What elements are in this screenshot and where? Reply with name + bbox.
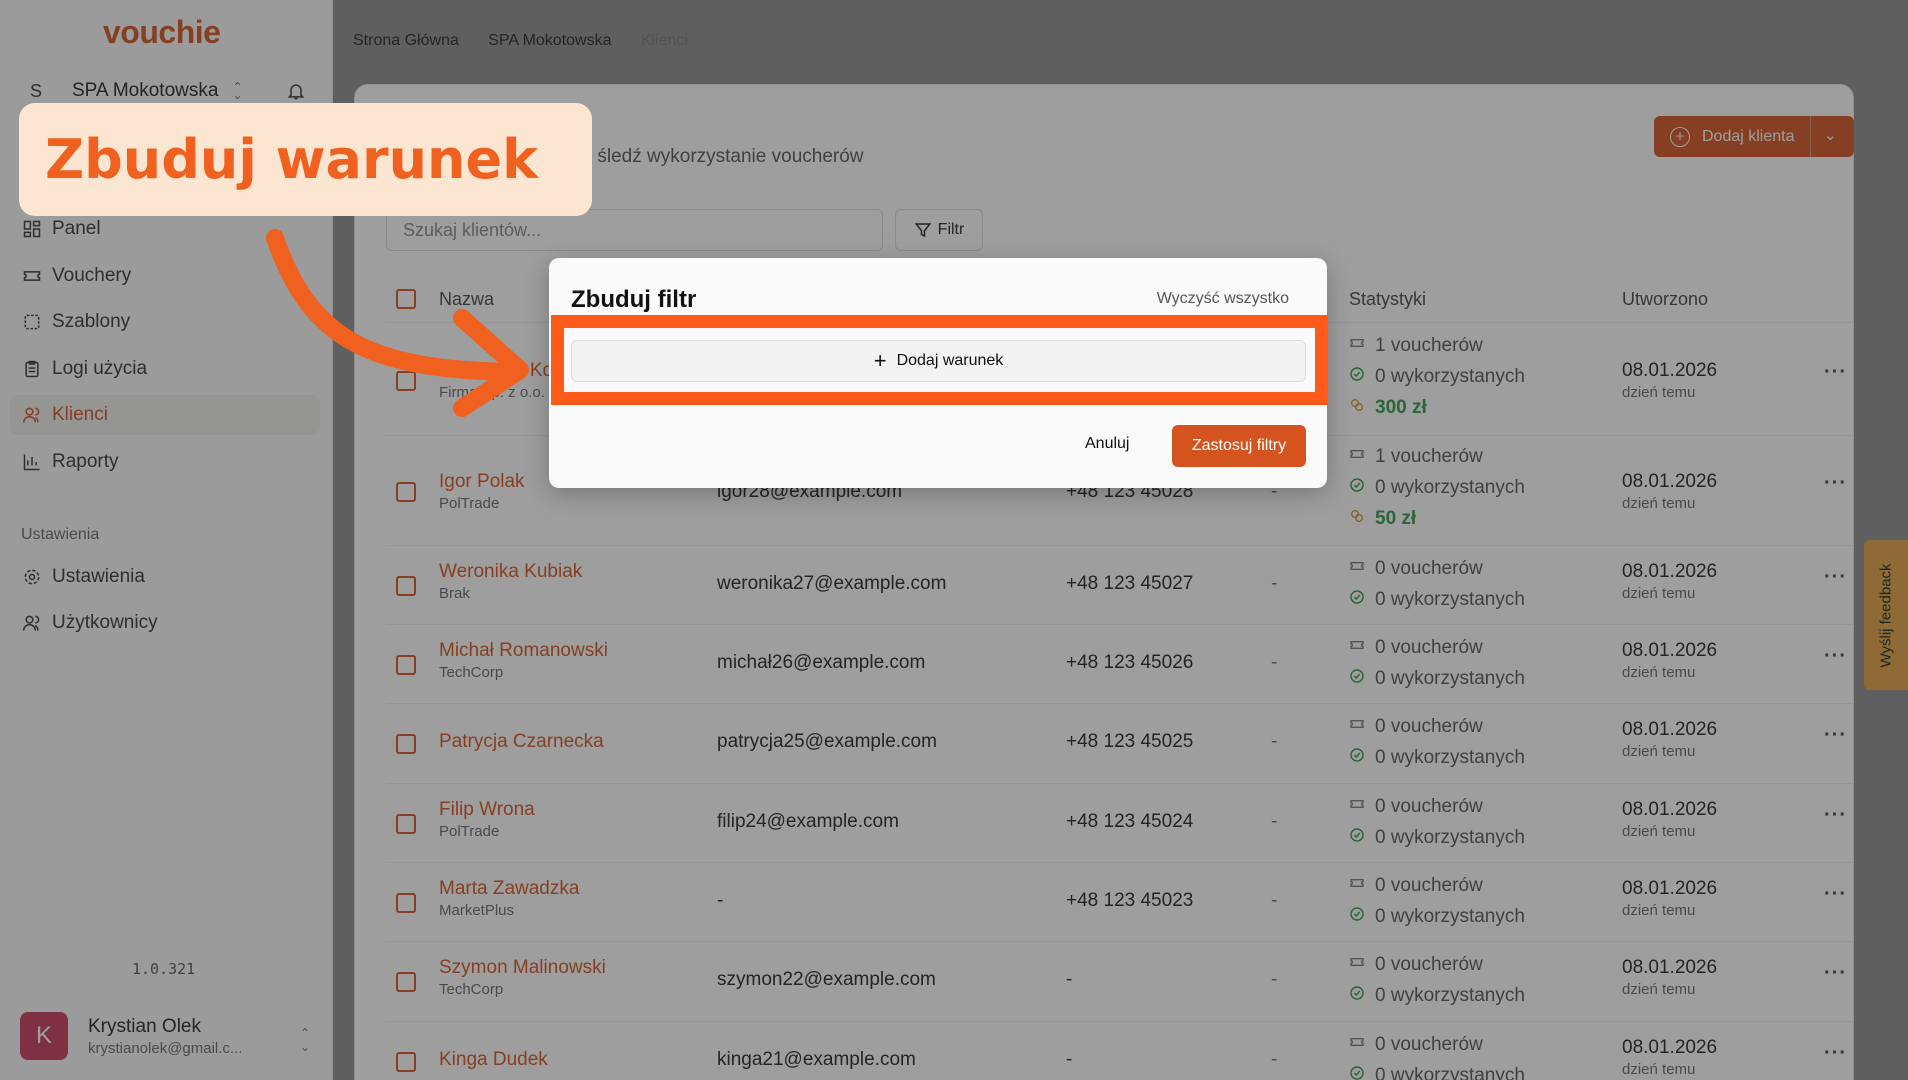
apply-filters-button[interactable]: Zastosuj filtry [1172,425,1306,467]
clear-all-button[interactable]: Wyczyść wszystko [1157,290,1289,308]
annotation-callout: Zbuduj warunek [19,103,592,216]
callout-text: Zbuduj warunek [45,128,539,191]
cancel-button[interactable]: Anuluj [1085,435,1129,453]
popover-title: Zbuduj filtr [571,286,697,313]
highlight-box [551,315,1328,405]
